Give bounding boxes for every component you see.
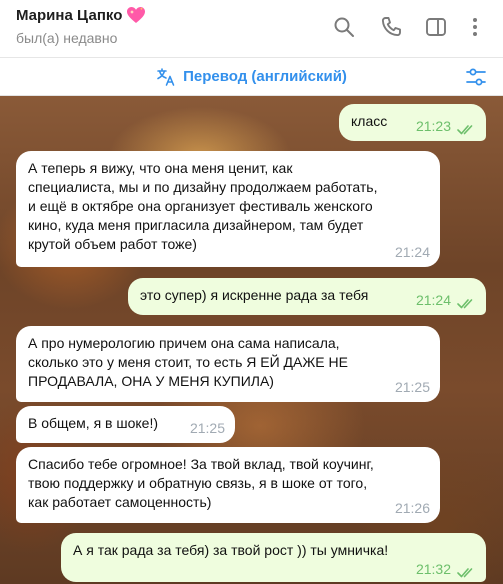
sparkling-heart-icon	[126, 6, 146, 24]
translate-bar: Перевод (английский)	[0, 58, 503, 96]
message-time: 21:32	[415, 561, 451, 577]
message-time: 21:24	[394, 244, 430, 260]
translate-label: Перевод (английский)	[183, 68, 347, 85]
chat-messages-area[interactable]: класс 21:23 А теперь я вижу, что она мен…	[0, 96, 503, 584]
message-time: 21:25	[189, 420, 225, 436]
message-text: А про нумерологию причем она сама написа…	[28, 335, 348, 389]
search-icon[interactable]	[332, 15, 356, 39]
message-text: А теперь я вижу, что она меня ценит, как…	[28, 160, 378, 252]
settings-sliders-icon[interactable]	[465, 66, 487, 88]
translate-button[interactable]: Перевод (английский)	[0, 58, 503, 95]
message-meta: 21:23	[416, 117, 476, 136]
message-time: 21:26	[394, 500, 430, 516]
double-check-icon	[457, 564, 476, 578]
more-vertical-icon[interactable]	[463, 15, 487, 39]
message-meta: 21:32	[416, 560, 476, 579]
sidebar-panel-icon[interactable]	[424, 15, 448, 39]
double-check-icon	[457, 295, 476, 309]
message-bubble-incoming[interactable]: А про нумерологию причем она сама написа…	[16, 326, 440, 402]
message-time: 21:25	[394, 379, 430, 395]
message-text: А я так рада за тебя) за твой рост )) ты…	[73, 542, 389, 558]
message-bubble-incoming[interactable]: В общем, я в шоке!) 21:25	[16, 406, 235, 443]
double-check-icon	[457, 121, 476, 135]
message-time: 21:23	[415, 118, 451, 134]
contact-status: был(а) недавно	[16, 30, 118, 46]
message-meta: 21:24	[416, 291, 476, 310]
contact-name-row[interactable]: Марина Цапко	[16, 6, 146, 24]
message-bubble-outgoing[interactable]: А я так рада за тебя) за твой рост )) ты…	[61, 533, 486, 582]
message-bubble-outgoing[interactable]: класс 21:23	[339, 104, 486, 141]
translate-icon	[156, 67, 176, 87]
message-meta: 21:25	[395, 378, 430, 397]
phone-icon[interactable]	[379, 15, 403, 39]
message-time: 21:24	[415, 292, 451, 308]
message-text: Спасибо тебе огромное! За твой вклад, тв…	[28, 456, 374, 510]
message-bubble-outgoing[interactable]: это супер) я искренне рада за тебя 21:24	[128, 278, 486, 315]
message-meta: 21:25	[190, 419, 225, 438]
chat-header: Марина Цапко был(а) недавно	[0, 0, 503, 58]
message-bubble-incoming[interactable]: А теперь я вижу, что она меня ценит, как…	[16, 151, 440, 267]
message-meta: 21:24	[395, 243, 430, 262]
message-bubble-incoming[interactable]: Спасибо тебе огромное! За твой вклад, тв…	[16, 447, 440, 523]
contact-name[interactable]: Марина Цапко	[16, 7, 122, 24]
message-meta: 21:26	[395, 499, 430, 518]
